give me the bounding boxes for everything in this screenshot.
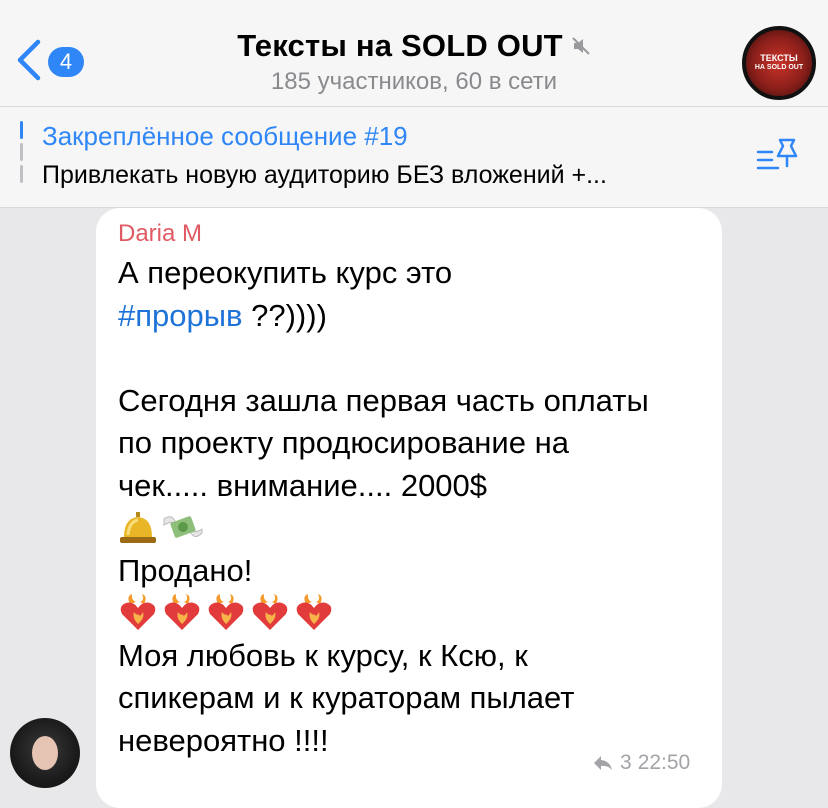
heart-fire-emoji (120, 594, 156, 631)
message-line: по проекту продюсирование на (118, 425, 569, 460)
message-line: Сегодня зашла первая часть оплаты (118, 382, 649, 418)
sender-name[interactable]: Daria M (118, 220, 202, 248)
message-meta[interactable]: 3 22:50 (592, 751, 690, 775)
channel-avatar[interactable]: ТЕКСТЫ НА SOLD OUT (742, 26, 816, 100)
pinned-indicator (20, 121, 23, 195)
emoji-row-bell-money (118, 507, 718, 550)
mute-icon (572, 37, 590, 55)
channel-avatar-text-2: НА SOLD OUT (754, 64, 804, 71)
message-blank-line (118, 337, 718, 380)
chat-header: 4 Тексты на SOLD OUT 185 участников, 60 … (0, 0, 828, 106)
chat-subtitle: 185 участников, 60 в сети (270, 68, 558, 95)
pinned-message-bar[interactable]: Закреплённое сообщение #19 Привлекать но… (0, 106, 828, 208)
chat-title: Тексты на SOLD OUT (237, 28, 563, 63)
message-line-rest: ??)))) (242, 297, 327, 333)
heart-fire-emoji (164, 594, 200, 631)
pinned-title: Закреплённое сообщение #19 (42, 121, 408, 151)
heart-fire-emoji (296, 594, 332, 631)
message-time: 22:50 (637, 751, 691, 774)
heart-fire-emoji (252, 594, 288, 631)
hashtag-link[interactable]: #прорыв (118, 298, 243, 333)
pinned-list-icon[interactable] (756, 136, 800, 180)
channel-avatar-text-1: ТЕКСТЫ (760, 53, 798, 63)
chat-title-area[interactable]: Тексты на SOLD OUT 185 участников, 60 в … (0, 28, 828, 96)
message-line: Моя любовь к курсу, к Ксю, к (118, 637, 528, 673)
reply-count: 3 (620, 751, 632, 774)
message-line: спикерам и к кураторам пылает (118, 680, 575, 715)
message-line: #прорыв ??)))) (118, 295, 718, 338)
heart-fire-emoji (208, 594, 244, 631)
message-text: А переокупить курс это #прорыв ??)))) Се… (118, 252, 718, 762)
money-wings-emoji (163, 516, 203, 538)
bell-emoji (120, 512, 156, 544)
sender-avatar[interactable] (10, 718, 80, 788)
emoji-row-hearts (118, 592, 718, 635)
avatar-face (32, 736, 58, 770)
message-line: чек..... внимание.... 2000$ (118, 467, 488, 503)
message-line: Продано! (118, 552, 253, 588)
message-bubble[interactable]: Daria M А переокупить курс это #прорыв ?… (96, 208, 722, 808)
pinned-text: Привлекать новую аудиторию БЕЗ вложений … (42, 161, 607, 189)
message-line: А переокупить курс это (118, 255, 453, 290)
reply-arrow-icon (594, 756, 612, 770)
